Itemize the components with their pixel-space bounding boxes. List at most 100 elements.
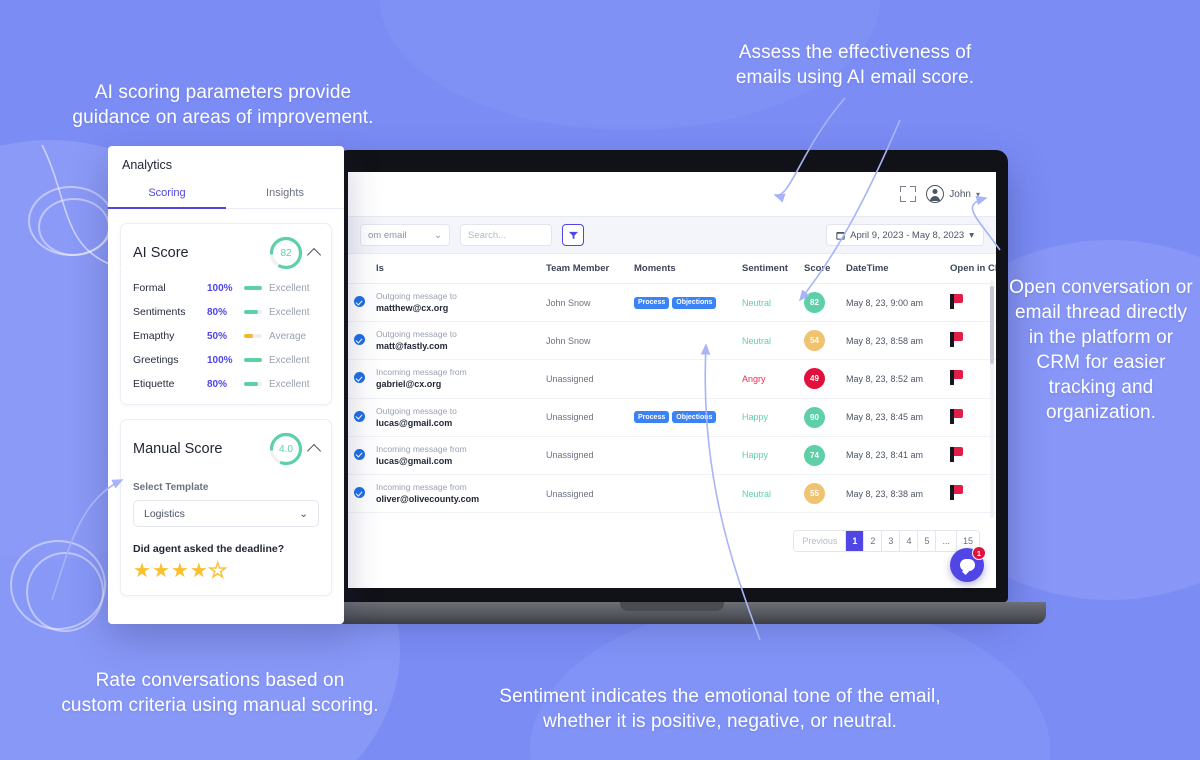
col-sentiment: Sentiment <box>736 254 798 284</box>
moment-tag[interactable]: Objections <box>672 411 717 424</box>
parameter-bar <box>244 358 262 362</box>
chevron-down-icon: ▾ <box>969 229 974 241</box>
star-icon[interactable]: ★ <box>133 560 152 582</box>
moment-tag[interactable]: Process <box>634 296 670 309</box>
star-icon[interactable]: ★ <box>171 560 190 582</box>
pagination-previous[interactable]: Previous <box>794 531 847 551</box>
ai-score-header: AI Score 82 <box>133 236 322 270</box>
check-icon <box>354 410 365 422</box>
table-row[interactable]: Outgoing message to matt@fastly.com John… <box>348 321 996 361</box>
table-row[interactable]: Incoming message from john@gmail.com Una… <box>348 512 996 520</box>
row-open-in-crm[interactable] <box>944 436 996 475</box>
search-placeholder: Search... <box>468 229 507 241</box>
chevron-up-icon[interactable] <box>306 443 322 458</box>
parameter-bar <box>244 382 262 386</box>
table-scrollbar[interactable] <box>990 280 994 518</box>
filter-icon <box>568 231 578 239</box>
app-topbar: John ▾ <box>348 172 996 216</box>
chat-launcher-button[interactable]: 1 <box>950 546 986 582</box>
ai-score-card: AI Score 82 Formal 100% Excellent Sentime… <box>120 223 332 405</box>
row-select-checkbox[interactable] <box>348 436 370 475</box>
callout-ai-scoring: AI scoring parameters provide guidance o… <box>72 82 374 129</box>
pagination-page[interactable]: ... <box>936 531 957 551</box>
row-open-in-crm[interactable] <box>944 359 996 399</box>
parameter-bar <box>244 286 262 290</box>
crm-flag-icon <box>950 294 963 310</box>
pagination-page[interactable]: 3 <box>882 531 901 551</box>
table-row[interactable]: Incoming message from oliver@olivecounty… <box>348 474 996 514</box>
moment-tag[interactable]: Objections <box>672 296 717 309</box>
table-row[interactable]: Outgoing message to lucas@gmail.com Unas… <box>348 398 996 437</box>
row-datetime: May 8, 23, 8:52 am <box>840 359 944 399</box>
crm-flag-icon <box>950 370 963 386</box>
row-datetime: May 8, 23, 8:38 am <box>840 474 944 514</box>
pagination-page[interactable]: 1 <box>846 531 865 551</box>
row-open-in-crm[interactable] <box>944 321 996 361</box>
crm-flag-icon <box>950 332 963 348</box>
user-menu[interactable]: John ▾ <box>926 185 980 203</box>
row-moments <box>628 359 736 399</box>
row-team-member: Unassigned <box>540 398 628 437</box>
parameter-percent: 80% <box>207 306 228 318</box>
pagination-page[interactable]: 2 <box>864 531 883 551</box>
row-score: 77 <box>798 512 840 520</box>
ai-score-value: 82 <box>280 247 292 259</box>
row-email: lucas@gmail.com <box>376 455 453 466</box>
row-select-checkbox[interactable] <box>348 321 370 361</box>
row-open-in-crm[interactable] <box>944 283 996 323</box>
parameter-label: Average <box>269 330 307 342</box>
check-icon <box>354 296 365 308</box>
expand-icon[interactable] <box>900 186 917 202</box>
col-datetime: DateTime <box>840 254 944 284</box>
table-row[interactable]: Incoming message from gabriel@cx.org Una… <box>348 359 996 399</box>
moment-tag[interactable]: Process <box>634 411 670 424</box>
ai-score-title: AI Score <box>133 245 189 261</box>
callout-assess: Assess the effectiveness of emails using… <box>735 42 975 89</box>
tab-insights[interactable]: Insights <box>226 178 344 208</box>
table-row[interactable]: Incoming message from lucas@gmail.com Un… <box>348 436 996 475</box>
table-row[interactable]: Outgoing message to matthew@cx.org John … <box>348 283 996 323</box>
score-badge: 82 <box>804 292 825 314</box>
parameter-name: Etiquette <box>133 378 175 390</box>
callout-open-crm: Open conversation or email thread direct… <box>1009 277 1193 424</box>
row-details: Incoming message from oliver@olivecounty… <box>370 474 540 514</box>
row-select-checkbox[interactable] <box>348 283 370 323</box>
row-select-checkbox[interactable] <box>348 398 370 437</box>
star-icon[interactable]: ★ <box>208 560 228 582</box>
filter-button[interactable] <box>562 224 584 246</box>
search-input[interactable]: Search... <box>460 224 552 246</box>
row-open-in-crm[interactable] <box>944 512 996 520</box>
parameter-label: Excellent <box>269 306 310 318</box>
row-open-in-crm[interactable] <box>944 474 996 514</box>
conversations-table-wrapper: ls Team Member Moments Sentiment Score D… <box>348 254 996 520</box>
parameter-label: Excellent <box>269 378 310 390</box>
pagination-page[interactable]: 4 <box>900 531 919 551</box>
channel-select[interactable]: om email ⌄ <box>360 224 450 246</box>
template-select[interactable]: Logistics ⌄ <box>133 500 319 527</box>
star-icon[interactable]: ★ <box>190 560 209 582</box>
row-direction: Outgoing message to <box>376 405 457 416</box>
pagination[interactable]: Previous 1 2 3 4 5... 15 <box>793 530 980 552</box>
ai-score-parameters: Formal 100% Excellent Sentiments 80% Exce… <box>133 282 319 390</box>
ai-parameter-row: Greetings 100% Excellent <box>133 354 319 366</box>
score-badge: 54 <box>804 330 825 352</box>
chat-badge: 1 <box>972 546 986 560</box>
row-moments <box>628 512 736 520</box>
ai-parameter-row: Etiquette 80% Excellent <box>133 378 319 390</box>
row-moments <box>628 474 736 514</box>
star-icon[interactable]: ★ <box>152 560 171 582</box>
tab-scoring[interactable]: Scoring <box>108 178 226 209</box>
row-select-checkbox[interactable] <box>348 474 370 514</box>
row-open-in-crm[interactable] <box>944 398 996 437</box>
row-sentiment: Happy <box>736 398 798 437</box>
pagination-page[interactable]: 5 <box>918 531 937 551</box>
avatar <box>926 185 945 203</box>
table-header-row: ls Team Member Moments Sentiment Score D… <box>348 254 996 284</box>
row-details: Incoming message from john@gmail.com <box>370 512 540 520</box>
row-select-checkbox[interactable] <box>348 512 370 520</box>
star-rating[interactable]: ★★★★★ <box>133 560 319 582</box>
row-select-checkbox[interactable] <box>348 359 370 399</box>
manual-score-header: Manual Score 4.0 <box>133 432 322 466</box>
date-range-picker[interactable]: April 9, 2023 - May 8, 2023 ▾ <box>826 224 984 246</box>
chevron-up-icon[interactable] <box>306 247 322 262</box>
